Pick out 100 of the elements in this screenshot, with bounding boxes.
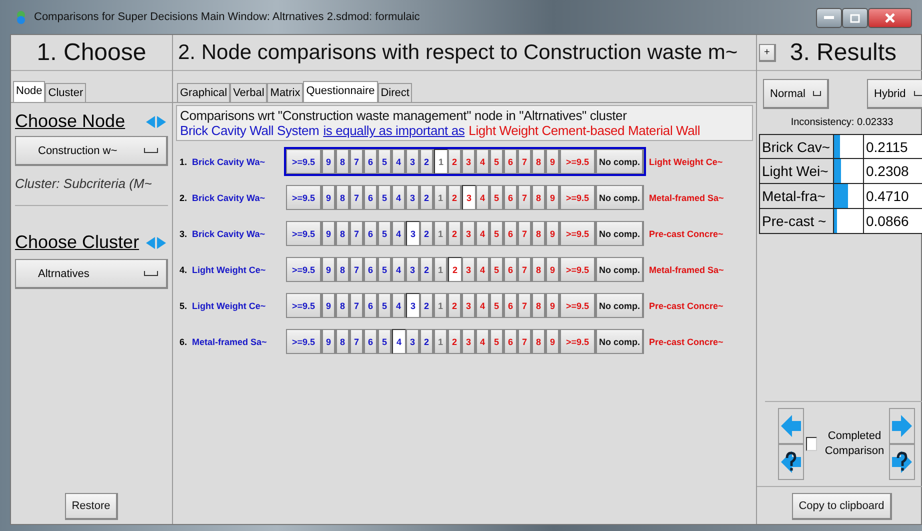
completed-checkbox[interactable] [806, 437, 816, 451]
scale-button[interactable]: 3 [406, 221, 420, 246]
scale-button[interactable]: 6 [364, 257, 378, 282]
scale-button[interactable]: >=9.5 [560, 221, 596, 246]
scale-button[interactable]: 4 [392, 221, 406, 246]
scale-button[interactable]: 5 [378, 257, 392, 282]
scale-button[interactable]: 3 [406, 149, 420, 174]
scale-button[interactable]: 4 [392, 185, 406, 210]
tab[interactable]: Cluster [45, 83, 86, 102]
scale-button[interactable]: 5 [490, 185, 504, 210]
restore-button[interactable]: Restore [64, 493, 118, 520]
maximize-icon[interactable] [842, 8, 868, 28]
scale-button[interactable]: >=9.5 [560, 329, 596, 354]
scale-button[interactable]: >=9.5 [286, 185, 322, 210]
scale-button[interactable]: 6 [364, 185, 378, 210]
scale-button[interactable]: >=9.5 [560, 293, 596, 318]
tab[interactable]: Verbal [230, 83, 268, 102]
copy-button[interactable]: Copy to clipboard [792, 493, 892, 520]
scale-button[interactable]: 4 [476, 185, 490, 210]
scale-button[interactable]: 9 [322, 221, 336, 246]
tab[interactable]: Direct [378, 83, 412, 102]
scale-button[interactable]: 1 [434, 257, 448, 282]
scale-button[interactable]: 6 [364, 149, 378, 174]
method-dropdown[interactable]: Hybrid [867, 79, 922, 109]
scale-button[interactable]: 1 [434, 293, 448, 318]
tab[interactable]: Matrix [267, 83, 304, 102]
scale-button[interactable]: >=9.5 [560, 257, 596, 282]
scale-button[interactable]: 9 [546, 329, 560, 354]
scale-button[interactable]: 8 [336, 149, 350, 174]
scale-button[interactable]: 4 [392, 329, 406, 354]
scale-button[interactable]: 8 [532, 149, 546, 174]
scale-button[interactable]: 6 [504, 185, 518, 210]
scale-button[interactable]: 5 [378, 293, 392, 318]
importance-link[interactable]: is equally as important as [323, 123, 465, 138]
scale-button[interactable]: 2 [420, 257, 434, 282]
scale-button[interactable]: 2 [448, 149, 462, 174]
right-arrow-question-icon[interactable] [888, 444, 914, 480]
left-arrow-question-icon[interactable] [778, 444, 804, 480]
scale-button[interactable]: 6 [504, 257, 518, 282]
scale-button[interactable]: 4 [476, 329, 490, 354]
scale-button[interactable]: 8 [532, 221, 546, 246]
scale-button[interactable]: >=9.5 [286, 293, 322, 318]
scale-button[interactable]: >=9.5 [286, 257, 322, 282]
scale-button[interactable]: 6 [364, 221, 378, 246]
scale-button[interactable]: >=9.5 [560, 185, 596, 210]
scale-button[interactable]: 2 [448, 221, 462, 246]
scale-button[interactable]: 7 [350, 149, 364, 174]
scale-button[interactable]: 9 [322, 257, 336, 282]
mode-dropdown[interactable]: Normal [763, 79, 829, 109]
scale-button[interactable]: 1 [434, 185, 448, 210]
scale-button[interactable]: 2 [420, 293, 434, 318]
scale-button[interactable]: 4 [392, 257, 406, 282]
scale-button[interactable]: 1 [434, 329, 448, 354]
scale-button[interactable]: 7 [350, 329, 364, 354]
scale-button[interactable]: 7 [350, 221, 364, 246]
scale-button[interactable]: 8 [532, 293, 546, 318]
scale-button[interactable]: 9 [546, 293, 560, 318]
tab[interactable]: Graphical [177, 83, 230, 102]
scale-button[interactable]: 5 [378, 185, 392, 210]
scale-button[interactable]: 5 [490, 149, 504, 174]
scale-button[interactable]: No comp. [596, 185, 644, 210]
scale-button[interactable]: 3 [406, 329, 420, 354]
scale-button[interactable]: 7 [350, 257, 364, 282]
scale-button[interactable]: 3 [462, 149, 476, 174]
scale-button[interactable]: 2 [420, 149, 434, 174]
scale-button[interactable]: 7 [518, 329, 532, 354]
scale-button[interactable]: No comp. [596, 221, 644, 246]
cluster-dropdown[interactable]: Altrnatives [15, 259, 168, 289]
scale-button[interactable]: 8 [336, 257, 350, 282]
scale-button[interactable]: 5 [378, 329, 392, 354]
scale-button[interactable]: >=9.5 [286, 329, 322, 354]
scale-button[interactable]: 1 [434, 221, 448, 246]
scale-button[interactable]: 6 [504, 329, 518, 354]
scale-button[interactable]: 5 [490, 257, 504, 282]
scale-button[interactable]: >=9.5 [286, 221, 322, 246]
scale-button[interactable]: 8 [532, 329, 546, 354]
scale-button[interactable]: 2 [448, 329, 462, 354]
scale-button[interactable]: 9 [322, 149, 336, 174]
scale-button[interactable]: 9 [546, 257, 560, 282]
scale-button[interactable]: 3 [462, 221, 476, 246]
scale-button[interactable]: 6 [504, 221, 518, 246]
scale-button[interactable]: 8 [336, 293, 350, 318]
scale-button[interactable]: 5 [378, 149, 392, 174]
scale-button[interactable]: 5 [490, 329, 504, 354]
scale-button[interactable]: 9 [546, 185, 560, 210]
scale-button[interactable]: 7 [518, 257, 532, 282]
scale-button[interactable]: 3 [462, 293, 476, 318]
scale-button[interactable]: 7 [518, 293, 532, 318]
scale-button[interactable]: 9 [322, 293, 336, 318]
scale-button[interactable]: 2 [420, 221, 434, 246]
scale-button[interactable]: 2 [448, 185, 462, 210]
scale-button[interactable]: 4 [476, 149, 490, 174]
scale-button[interactable]: 8 [336, 329, 350, 354]
scale-button[interactable]: No comp. [596, 293, 644, 318]
tab[interactable]: Node [13, 81, 46, 102]
scale-button[interactable]: 7 [518, 149, 532, 174]
tab[interactable]: Questionnaire [303, 81, 378, 102]
expand-button[interactable]: + [759, 44, 776, 62]
scale-button[interactable]: >=9.5 [286, 149, 322, 174]
scale-button[interactable]: 8 [532, 257, 546, 282]
